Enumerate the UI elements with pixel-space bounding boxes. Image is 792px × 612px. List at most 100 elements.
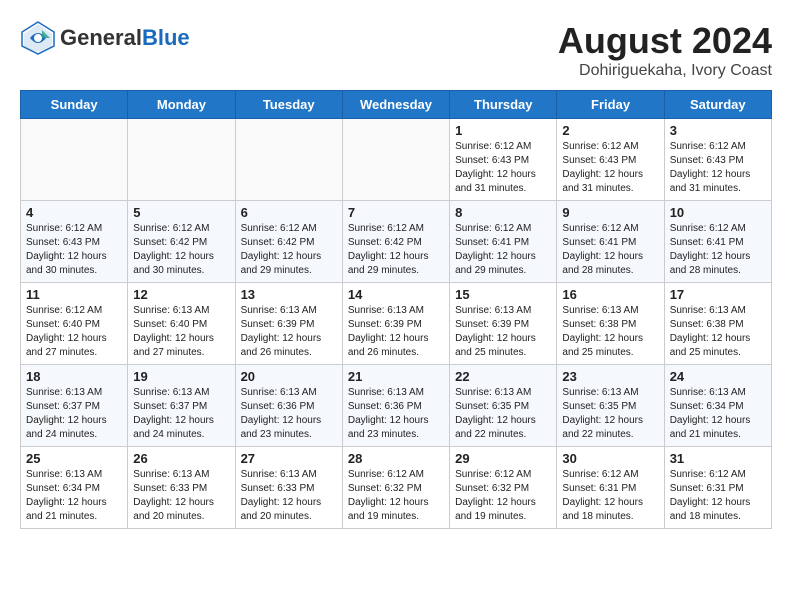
day-info: Sunrise: 6:12 AM Sunset: 6:32 PM Dayligh… (455, 468, 551, 524)
day-number: 31 (670, 451, 766, 466)
calendar-day-cell (342, 119, 449, 201)
calendar-day-cell: 2Sunrise: 6:12 AM Sunset: 6:43 PM Daylig… (557, 119, 664, 201)
day-number: 13 (241, 287, 337, 302)
calendar-day-cell: 28 Sunrise: 6:12 AM Sunset: 6:32 PM Dayli… (342, 447, 449, 529)
weekday-header-row: SundayMondayTuesdayWednesdayThursdayFrid… (21, 91, 772, 119)
calendar-week-row: 4Sunrise: 6:12 AM Sunset: 6:43 PM Daylig… (21, 201, 772, 283)
calendar-day-cell: 12 Sunrise: 6:13 AM Sunset: 6:40 PM Dayli… (128, 283, 235, 365)
day-number: 30 (562, 451, 658, 466)
logo-general-text: General (60, 25, 142, 50)
calendar-week-row: 25Sunrise: 6:13 AM Sunset: 6:34 PM Dayli… (21, 447, 772, 529)
day-info: Sunrise: 6:12 AM Sunset: 6:32 PM Dayligh… (348, 468, 444, 524)
calendar-day-cell: 23Sunrise: 6:13 AM Sunset: 6:35 PM Dayli… (557, 365, 664, 447)
weekday-header: Wednesday (342, 91, 449, 119)
day-info: Sunrise: 6:12 AM Sunset: 6:31 PM Dayligh… (562, 468, 658, 524)
day-info: Sunrise: 6:13 AM Sunset: 6:38 PM Dayligh… (670, 304, 766, 360)
calendar-day-cell: 10 Sunrise: 6:12 AM Sunset: 6:41 PM Dayli… (664, 201, 771, 283)
calendar-day-cell: 5Sunrise: 6:12 AM Sunset: 6:42 PM Daylig… (128, 201, 235, 283)
day-number: 24 (670, 369, 766, 384)
logo-icon (20, 20, 56, 56)
day-info: Sunrise: 6:13 AM Sunset: 6:39 PM Dayligh… (348, 304, 444, 360)
day-number: 12 (133, 287, 229, 302)
calendar-title: August 2024 (558, 20, 772, 62)
day-info: Sunrise: 6:13 AM Sunset: 6:37 PM Dayligh… (26, 386, 122, 442)
calendar-day-cell: 7 Sunrise: 6:12 AM Sunset: 6:42 PM Daylig… (342, 201, 449, 283)
day-number: 10 (670, 205, 766, 220)
day-number: 11 (26, 287, 122, 302)
day-info: Sunrise: 6:13 AM Sunset: 6:37 PM Dayligh… (133, 386, 229, 442)
day-info: Sunrise: 6:13 AM Sunset: 6:38 PM Dayligh… (562, 304, 658, 360)
calendar-day-cell: 21Sunrise: 6:13 AM Sunset: 6:36 PM Dayli… (342, 365, 449, 447)
day-info: Sunrise: 6:12 AM Sunset: 6:43 PM Dayligh… (670, 140, 766, 196)
day-number: 7 (348, 205, 444, 220)
calendar-day-cell: 8 Sunrise: 6:12 AM Sunset: 6:41 PM Daylig… (450, 201, 557, 283)
day-number: 14 (348, 287, 444, 302)
day-info: Sunrise: 6:13 AM Sunset: 6:33 PM Dayligh… (241, 468, 337, 524)
calendar-day-cell: 26 Sunrise: 6:13 AM Sunset: 6:33 PM Dayli… (128, 447, 235, 529)
day-number: 8 (455, 205, 551, 220)
day-info: Sunrise: 6:12 AM Sunset: 6:43 PM Dayligh… (455, 140, 551, 196)
calendar-day-cell: 4Sunrise: 6:12 AM Sunset: 6:43 PM Daylig… (21, 201, 128, 283)
calendar-week-row: 11Sunrise: 6:12 AM Sunset: 6:40 PM Dayli… (21, 283, 772, 365)
day-number: 25 (26, 451, 122, 466)
day-info: Sunrise: 6:12 AM Sunset: 6:41 PM Dayligh… (670, 222, 766, 278)
weekday-header: Friday (557, 91, 664, 119)
day-number: 23 (562, 369, 658, 384)
day-info: Sunrise: 6:13 AM Sunset: 6:39 PM Dayligh… (241, 304, 337, 360)
calendar-week-row: 18 Sunrise: 6:13 AM Sunset: 6:37 PM Dayli… (21, 365, 772, 447)
day-info: Sunrise: 6:13 AM Sunset: 6:33 PM Dayligh… (133, 468, 229, 524)
calendar-day-cell: 11Sunrise: 6:12 AM Sunset: 6:40 PM Dayli… (21, 283, 128, 365)
day-info: Sunrise: 6:12 AM Sunset: 6:43 PM Dayligh… (26, 222, 122, 278)
day-number: 19 (133, 369, 229, 384)
weekday-header: Sunday (21, 91, 128, 119)
calendar-day-cell: 6 Sunrise: 6:12 AM Sunset: 6:42 PM Daylig… (235, 201, 342, 283)
day-number: 28 (348, 451, 444, 466)
day-info: Sunrise: 6:12 AM Sunset: 6:43 PM Dayligh… (562, 140, 658, 196)
logo-blue-text: Blue (142, 25, 190, 50)
day-number: 15 (455, 287, 551, 302)
day-number: 5 (133, 205, 229, 220)
day-info: Sunrise: 6:12 AM Sunset: 6:31 PM Dayligh… (670, 468, 766, 524)
title-area: August 2024 Dohiriguekaha, Ivory Coast (558, 20, 772, 80)
calendar-day-cell: 14 Sunrise: 6:13 AM Sunset: 6:39 PM Dayli… (342, 283, 449, 365)
day-number: 20 (241, 369, 337, 384)
calendar-day-cell: 18 Sunrise: 6:13 AM Sunset: 6:37 PM Dayli… (21, 365, 128, 447)
day-number: 17 (670, 287, 766, 302)
calendar-day-cell: 3 Sunrise: 6:12 AM Sunset: 6:43 PM Daylig… (664, 119, 771, 201)
calendar-day-cell: 31 Sunrise: 6:12 AM Sunset: 6:31 PM Dayli… (664, 447, 771, 529)
day-info: Sunrise: 6:12 AM Sunset: 6:42 PM Dayligh… (241, 222, 337, 278)
day-number: 26 (133, 451, 229, 466)
day-number: 22 (455, 369, 551, 384)
day-info: Sunrise: 6:12 AM Sunset: 6:42 PM Dayligh… (348, 222, 444, 278)
day-info: Sunrise: 6:13 AM Sunset: 6:36 PM Dayligh… (241, 386, 337, 442)
calendar-day-cell: 22 Sunrise: 6:13 AM Sunset: 6:35 PM Dayli… (450, 365, 557, 447)
weekday-header: Thursday (450, 91, 557, 119)
calendar-day-cell (128, 119, 235, 201)
calendar-day-cell (235, 119, 342, 201)
day-number: 27 (241, 451, 337, 466)
calendar-day-cell: 13 Sunrise: 6:13 AM Sunset: 6:39 PM Dayli… (235, 283, 342, 365)
page-header: GeneralBlue August 2024 Dohiriguekaha, I… (20, 20, 772, 80)
day-info: Sunrise: 6:13 AM Sunset: 6:35 PM Dayligh… (455, 386, 551, 442)
day-number: 18 (26, 369, 122, 384)
day-number: 3 (670, 123, 766, 138)
calendar-table: SundayMondayTuesdayWednesdayThursdayFrid… (20, 90, 772, 529)
weekday-header: Monday (128, 91, 235, 119)
calendar-day-cell: 1 Sunrise: 6:12 AM Sunset: 6:43 PM Daylig… (450, 119, 557, 201)
day-number: 9 (562, 205, 658, 220)
day-info: Sunrise: 6:13 AM Sunset: 6:40 PM Dayligh… (133, 304, 229, 360)
day-info: Sunrise: 6:13 AM Sunset: 6:36 PM Dayligh… (348, 386, 444, 442)
calendar-day-cell: 29 Sunrise: 6:12 AM Sunset: 6:32 PM Dayli… (450, 447, 557, 529)
calendar-week-row: 1 Sunrise: 6:12 AM Sunset: 6:43 PM Daylig… (21, 119, 772, 201)
day-info: Sunrise: 6:12 AM Sunset: 6:41 PM Dayligh… (455, 222, 551, 278)
calendar-day-cell: 30 Sunrise: 6:12 AM Sunset: 6:31 PM Dayli… (557, 447, 664, 529)
calendar-day-cell: 27 Sunrise: 6:13 AM Sunset: 6:33 PM Dayli… (235, 447, 342, 529)
day-number: 6 (241, 205, 337, 220)
day-info: Sunrise: 6:12 AM Sunset: 6:41 PM Dayligh… (562, 222, 658, 278)
day-info: Sunrise: 6:13 AM Sunset: 6:34 PM Dayligh… (670, 386, 766, 442)
calendar-day-cell: 9 Sunrise: 6:12 AM Sunset: 6:41 PM Daylig… (557, 201, 664, 283)
day-number: 1 (455, 123, 551, 138)
day-number: 29 (455, 451, 551, 466)
calendar-day-cell: 19 Sunrise: 6:13 AM Sunset: 6:37 PM Dayli… (128, 365, 235, 447)
day-info: Sunrise: 6:13 AM Sunset: 6:39 PM Dayligh… (455, 304, 551, 360)
